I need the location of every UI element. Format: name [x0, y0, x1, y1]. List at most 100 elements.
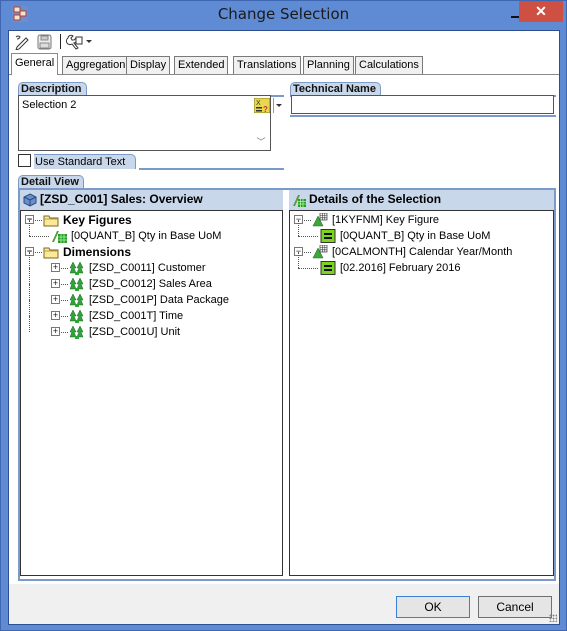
- dialog-client-area: General Aggregation Display Extended Tra…: [8, 30, 560, 625]
- tree-connector: [298, 220, 299, 236]
- description-value: Selection 2: [22, 99, 77, 111]
- tree-connector: [35, 252, 42, 253]
- tree-connector: [304, 252, 311, 253]
- dimension-icon: [69, 293, 85, 307]
- edit-icon[interactable]: [14, 34, 32, 50]
- tab-aggregation[interactable]: Aggregation: [62, 56, 130, 74]
- window-title: Change Selection: [217, 5, 350, 23]
- close-button[interactable]: ✕: [519, 1, 563, 22]
- tree-connector: [29, 300, 30, 316]
- left-tree-header: [ZSD_C001] Sales: Overview: [20, 190, 283, 210]
- tree-connector: [61, 268, 68, 269]
- resize-grip[interactable]: [549, 614, 557, 622]
- close-icon: ✕: [535, 3, 547, 19]
- tree-connector: [61, 284, 68, 285]
- use-standard-text-label: Use Standard Text: [34, 154, 137, 169]
- tree-node[interactable]: − [1KYFNM] Key Figure: [290, 212, 553, 228]
- general-tab-page: Description Selection 2 ︿ ﹀ X ? Use Stan…: [9, 74, 559, 584]
- tree-node[interactable]: + [ZSD_C0011] Customer: [21, 252, 282, 276]
- tree-node-label: Dimensions: [63, 245, 132, 259]
- tree-node[interactable]: − Key Figures: [21, 212, 282, 228]
- tree-node-label: [0CALMONTH] Calendar Year/Month: [332, 246, 513, 258]
- tree-connector: [304, 220, 311, 221]
- tree-connector: [61, 332, 68, 333]
- dimension-icon: [69, 261, 85, 275]
- tree-node-label: [1KYFNM] Key Figure: [332, 214, 439, 226]
- key-figure-icon: [293, 195, 306, 207]
- tab-translations[interactable]: Translations: [233, 56, 301, 74]
- dimension-icon: [69, 325, 85, 339]
- equals-filter-icon: [320, 261, 336, 275]
- description-label: Description: [18, 82, 87, 96]
- tab-strip: General Aggregation Display Extended Tra…: [9, 53, 559, 75]
- tree-connector: [35, 220, 42, 221]
- use-standard-text-checkbox[interactable]: [18, 154, 31, 167]
- tree-node-label: [ZSD_C0011] Customer: [89, 262, 206, 274]
- svg-text:X: X: [256, 100, 261, 107]
- tab-planning[interactable]: Planning: [303, 56, 354, 74]
- scroll-down-icon[interactable]: ﹀: [255, 137, 267, 147]
- tab-display[interactable]: Display: [126, 56, 171, 74]
- toolbar-separator: [60, 34, 61, 49]
- tree-connector: [29, 220, 30, 236]
- ok-button[interactable]: OK: [396, 596, 470, 618]
- tree-node-label: Key Figures: [63, 213, 132, 227]
- folder-icon: [43, 213, 59, 227]
- technical-name-input[interactable]: [291, 95, 554, 114]
- expand-icon[interactable]: +: [51, 311, 60, 320]
- tree-node-label: [02.2016] February 2016: [340, 262, 461, 274]
- save-icon[interactable]: [36, 34, 54, 50]
- tree-node[interactable]: + [ZSD_C001P] Data Package: [21, 284, 282, 308]
- characteristic-icon: [312, 212, 328, 227]
- key-figure-icon: [51, 229, 67, 243]
- characteristic-icon: [312, 244, 328, 259]
- language-dropdown-arrow[interactable]: [273, 98, 282, 113]
- expand-icon[interactable]: +: [51, 263, 60, 272]
- tree-node[interactable]: − Dimensions: [21, 244, 282, 260]
- tree-connector: [29, 316, 30, 332]
- tree-connector: [61, 316, 68, 317]
- description-bottom-line: [139, 168, 284, 170]
- tree-node-label: [0QUANT_B] Qty in Base UoM: [71, 230, 222, 242]
- tree-node[interactable]: + [ZSD_C001U] Unit: [21, 316, 282, 340]
- tree-connector: [29, 268, 30, 284]
- infoprovider-tree[interactable]: − Key Figures [0QUANT_B] Qty in Base UoM − D…: [20, 210, 283, 576]
- tree-connector: [29, 236, 49, 237]
- tree-node[interactable]: [0QUANT_B] Qty in Base UoM: [21, 220, 282, 244]
- expand-icon[interactable]: +: [51, 279, 60, 288]
- description-textarea[interactable]: Selection 2 ︿ ﹀: [18, 95, 271, 151]
- expand-icon[interactable]: +: [51, 295, 60, 304]
- tab-general[interactable]: General: [11, 53, 59, 75]
- tab-calculations[interactable]: Calculations: [355, 56, 423, 74]
- technical-name-label: Technical Name: [290, 82, 381, 96]
- selection-details-tree[interactable]: − [1KYFNM] Key Figure [0QUANT_B] Qty in Ba…: [289, 210, 554, 576]
- cancel-button[interactable]: Cancel: [478, 596, 552, 618]
- left-tree-title: [ZSD_C001] Sales: Overview: [40, 192, 203, 206]
- tools-dropdown-arrow[interactable]: [86, 40, 92, 43]
- expand-icon[interactable]: +: [51, 327, 60, 336]
- tree-node[interactable]: + [ZSD_C001T] Time: [21, 300, 282, 324]
- tree-node[interactable]: − [0CALMONTH] Calendar Year/Month: [290, 244, 553, 260]
- tree-node[interactable]: [02.2016] February 2016: [290, 252, 553, 276]
- infocube-icon: [23, 193, 37, 207]
- tree-node-label: [ZSD_C001U] Unit: [89, 326, 181, 338]
- tools-icon[interactable]: [66, 34, 84, 50]
- title-bar[interactable]: Change Selection ✕: [1, 1, 566, 29]
- dimension-icon: [69, 309, 85, 323]
- tree-connector: [298, 236, 318, 237]
- language-text-icon[interactable]: X ?: [254, 98, 270, 113]
- tree-connector: [298, 252, 299, 268]
- tree-connector: [298, 268, 318, 269]
- tab-extended[interactable]: Extended: [174, 56, 229, 74]
- dimension-icon: [69, 277, 85, 291]
- right-tree-title: Details of the Selection: [309, 192, 442, 206]
- tree-node[interactable]: + [ZSD_C0012] Sales Area: [21, 268, 282, 292]
- right-tree-header: Details of the Selection: [289, 190, 554, 210]
- detail-view-label: Detail View: [18, 175, 84, 189]
- tree-node-label: [0QUANT_B] Qty in Base UoM: [340, 230, 491, 242]
- tree-connector: [61, 300, 68, 301]
- equals-filter-icon: [320, 229, 336, 243]
- svg-text:?: ?: [263, 105, 268, 113]
- technical-name-bottom-line: [290, 115, 556, 117]
- tree-node[interactable]: [0QUANT_B] Qty in Base UoM: [290, 220, 553, 244]
